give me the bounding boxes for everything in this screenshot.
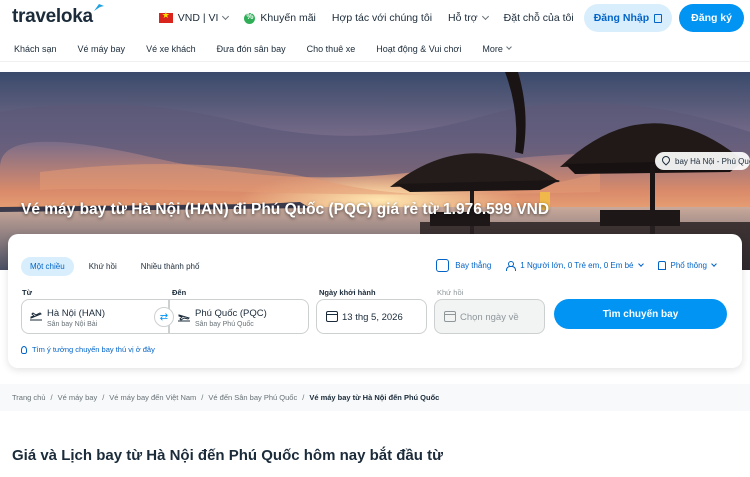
- hero-title: Vé máy bay từ Hà Nội (HAN) đi Phú Quốc (…: [21, 201, 550, 218]
- top-header: traveloka VND | VI Khuyến mãi Hợp tác vớ…: [0, 0, 750, 36]
- chevron-down-icon: [222, 12, 230, 21]
- map-pin-icon: [660, 154, 672, 166]
- from-airport: Sân bay Nội Bài: [47, 321, 98, 328]
- promo-label: Khuyến mãi: [260, 12, 316, 24]
- depart-date-field[interactable]: 13 thg 5, 2026: [316, 299, 427, 334]
- partner-link[interactable]: Hợp tác với chúng tôi: [324, 4, 440, 32]
- seat-class-selector[interactable]: Phổ thông: [657, 261, 717, 270]
- to-label: Đến: [172, 288, 187, 297]
- trip-type-tabs: Một chiều Khứ hồi Nhiều thành phố: [21, 257, 208, 276]
- nav-item-airport-transfer[interactable]: Đưa đón sân bay: [217, 44, 286, 54]
- price-schedule-heading: Giá và Lịch bay từ Hà Nội đến Phú Quốc h…: [12, 447, 443, 464]
- nav-item-car-rental[interactable]: Cho thuê xe: [307, 44, 356, 54]
- flight-ideas-link[interactable]: Tìm ý tưởng chuyến bay thú vị ở đây: [21, 345, 155, 354]
- flight-ideas-label: Tìm ý tưởng chuyến bay thú vị ở đây: [32, 345, 155, 354]
- login-label: Đăng Nhập: [593, 12, 650, 24]
- vietnam-flag-icon: [158, 10, 173, 23]
- location-chip-label: bay Hà Nội - Phú Quốc: [675, 156, 750, 166]
- breadcrumb-item[interactable]: Vé máy bay đến Việt Nam: [109, 393, 196, 402]
- to-airport: Sân bay Phú Quốc: [195, 321, 254, 328]
- currency-language-label: VND | VI: [177, 12, 219, 24]
- promo-link[interactable]: Khuyến mãi: [236, 4, 323, 32]
- direct-flight-checkbox[interactable]: [436, 259, 450, 272]
- breadcrumb-item[interactable]: Vé máy bay: [58, 393, 98, 402]
- breadcrumb-item[interactable]: Trang chủ: [12, 393, 46, 402]
- breadcrumb-item[interactable]: Vé đến Sân bay Phú Quốc: [208, 393, 297, 402]
- location-chip[interactable]: bay Hà Nội - Phú Quốc: [655, 152, 750, 170]
- swap-cities-button[interactable]: ⇄: [154, 307, 174, 327]
- nav-item-bus[interactable]: Vé xe khách: [146, 44, 196, 54]
- breadcrumb-separator: /: [50, 393, 53, 402]
- tab-multi-city[interactable]: Nhiều thành phố: [132, 257, 209, 276]
- chevron-down-icon: [711, 261, 717, 267]
- product-nav: Khách sạn Vé máy bay Vé xe khách Đưa đón…: [0, 36, 750, 62]
- from-city: Hà Nội (HAN): [47, 308, 106, 319]
- passenger-selector[interactable]: 1 Người lớn, 0 Trẻ em, 0 Em bé: [506, 261, 644, 271]
- nav-item-hotels[interactable]: Khách sạn: [14, 44, 57, 54]
- breadcrumb-separator: /: [201, 393, 204, 402]
- calendar-icon: [326, 311, 338, 322]
- calendar-icon: [444, 311, 456, 322]
- depart-label: Ngày khởi hành: [319, 288, 376, 297]
- from-label: Từ: [22, 288, 33, 297]
- to-city: Phú Quốc (PQC): [195, 308, 267, 319]
- lightbulb-icon: [21, 345, 27, 354]
- passenger-icon: [506, 261, 517, 271]
- tab-round-trip[interactable]: Khứ hồi: [80, 257, 126, 276]
- nav-item-activities[interactable]: Hoạt động & Vui chơi: [376, 44, 461, 54]
- breadcrumb-separator: /: [302, 393, 305, 402]
- return-date-field[interactable]: Chọn ngày về: [434, 299, 545, 334]
- register-button[interactable]: Đăng ký: [679, 4, 744, 32]
- seat-icon: [657, 261, 666, 270]
- passenger-label: 1 Người lớn, 0 Trẻ em, 0 Em bé: [520, 261, 634, 270]
- logo-bird-icon: [93, 4, 104, 11]
- more-label: More: [482, 43, 503, 54]
- chevron-down-icon: [637, 261, 644, 267]
- return-label: Khứ hồi: [437, 288, 464, 297]
- nav-item-flights[interactable]: Vé máy bay: [78, 44, 126, 54]
- my-bookings-link[interactable]: Đặt chỗ của tôi: [496, 4, 582, 32]
- discount-icon: [244, 12, 256, 24]
- support-menu[interactable]: Hỗ trợ: [440, 4, 496, 32]
- nav-item-more[interactable]: More: [482, 43, 512, 54]
- currency-language-selector[interactable]: VND | VI: [151, 4, 237, 32]
- swap-icon: ⇄: [159, 311, 169, 323]
- plane-takeoff-icon: [30, 312, 42, 321]
- breadcrumb-current: Vé máy bay từ Hà Nội đến Phú Quốc: [309, 393, 440, 402]
- support-label: Hỗ trợ: [448, 12, 478, 24]
- seat-class-label: Phổ thông: [670, 261, 707, 270]
- breadcrumb: Trang chủ / Vé máy bay / Vé máy bay đến …: [0, 384, 750, 411]
- return-date-placeholder: Chọn ngày về: [460, 312, 519, 323]
- traveloka-logo[interactable]: traveloka: [12, 4, 104, 28]
- logo-text: traveloka: [12, 6, 93, 27]
- plane-landing-icon: [178, 314, 190, 322]
- depart-date-value: 13 thg 5, 2026: [342, 312, 403, 323]
- breadcrumb-separator: /: [102, 393, 105, 402]
- direct-flight-label: Bay thẳng: [455, 261, 492, 270]
- login-icon: [654, 13, 663, 23]
- chevron-down-icon: [481, 12, 489, 21]
- from-field[interactable]: Hà Nội (HAN) Sân bay Nội Bài: [21, 299, 169, 334]
- login-button[interactable]: Đăng Nhập: [583, 4, 673, 32]
- to-field[interactable]: Phú Quốc (PQC) Sân bay Phú Quốc: [169, 299, 309, 334]
- tab-one-way[interactable]: Một chiều: [21, 257, 74, 276]
- search-flights-button[interactable]: Tìm chuyến bay: [554, 299, 727, 329]
- direct-flight-toggle[interactable]: Bay thẳng: [436, 259, 491, 272]
- flight-search-card: Một chiều Khứ hồi Nhiều thành phố Bay th…: [8, 234, 742, 368]
- chevron-down-icon: [506, 44, 512, 50]
